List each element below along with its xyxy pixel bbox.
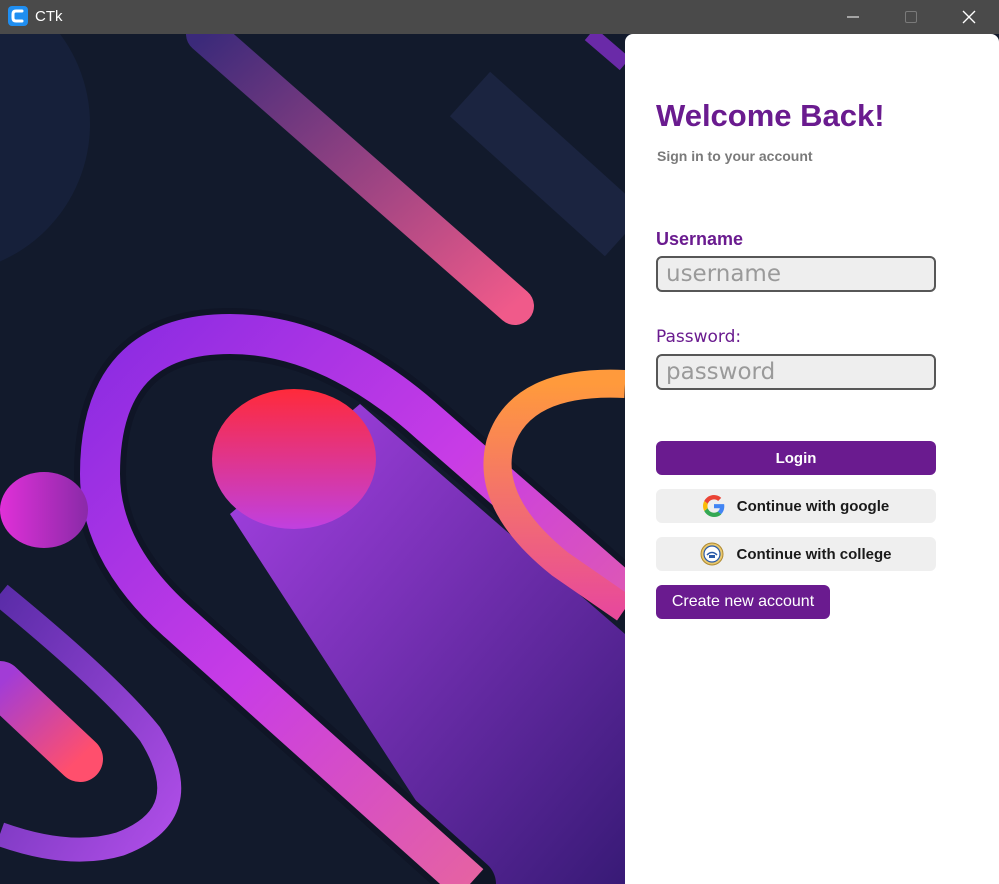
username-label: Username [656,229,744,249]
ctk-logo-icon [8,6,28,26]
google-button-content: Continue with google [656,489,936,523]
minimize-icon [847,16,859,18]
login-panel: Welcome Back! Sign in to your account Us… [625,34,999,884]
maximize-button[interactable] [888,0,934,34]
window-title: CTk [35,8,63,25]
continue-with-google-button[interactable]: Continue with google [656,489,936,523]
username-input[interactable] [656,256,936,292]
abstract-shapes-artwork [0,34,625,884]
continue-with-college-button[interactable]: Continue with college [656,537,936,571]
close-icon [962,10,976,24]
password-input[interactable] [656,354,936,390]
password-label: Password: [656,327,742,347]
google-button-label: Continue with google [736,497,890,515]
minimize-button[interactable] [830,0,876,34]
college-button-label: Continue with college [736,545,892,563]
create-account-button[interactable]: Create new account [656,585,830,619]
login-button[interactable]: Login [656,441,936,475]
subtitle: Sign in to your account [657,148,813,164]
college-button-content: Continue with college [656,537,936,571]
page-title: Welcome Back! [656,98,885,133]
close-button[interactable] [946,0,992,34]
title-bar: CTk [0,0,999,34]
college-emblem-icon [700,542,724,566]
maximize-icon [905,11,917,23]
google-icon [702,495,725,517]
artwork-svg [0,34,625,884]
